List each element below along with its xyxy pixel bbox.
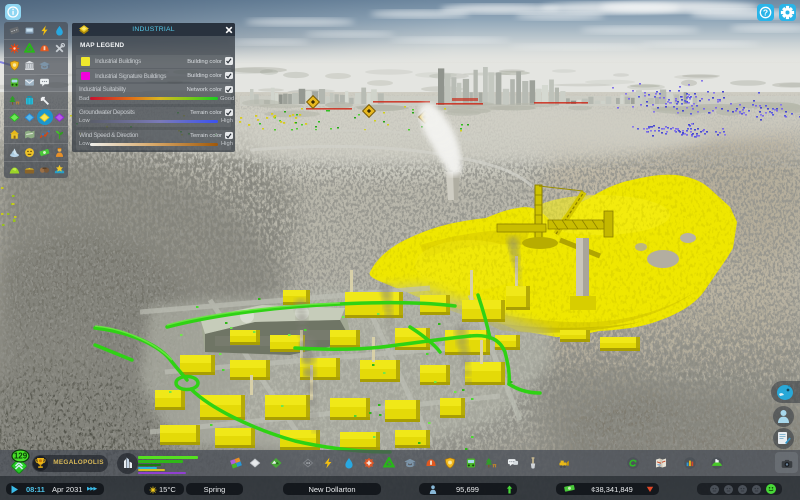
svg-text:?: ? xyxy=(763,7,768,17)
svg-text:129: 129 xyxy=(14,452,28,461)
